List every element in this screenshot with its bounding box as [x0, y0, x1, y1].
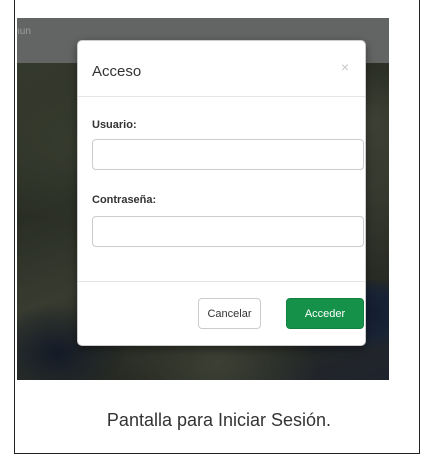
close-icon[interactable]: × [341, 59, 349, 75]
modal-header: Acceso × [78, 41, 365, 97]
figure-caption: Pantalla para Iniciar Sesión. [106, 410, 332, 430]
password-label: Contraseña: [92, 194, 157, 206]
login-modal: Acceso × Usuario: Contraseña: Cancelar A… [77, 40, 366, 346]
cancel-button[interactable]: Cancelar [198, 298, 261, 329]
modal-title: Acceso [92, 63, 142, 80]
app-screenshot: ıun Acceso × Usuario: Contraseña: Cancel… [17, 18, 389, 380]
login-button[interactable]: Acceder [286, 298, 364, 329]
password-field[interactable] [92, 216, 364, 247]
username-label: Usuario: [92, 119, 137, 131]
username-field[interactable] [92, 139, 364, 170]
